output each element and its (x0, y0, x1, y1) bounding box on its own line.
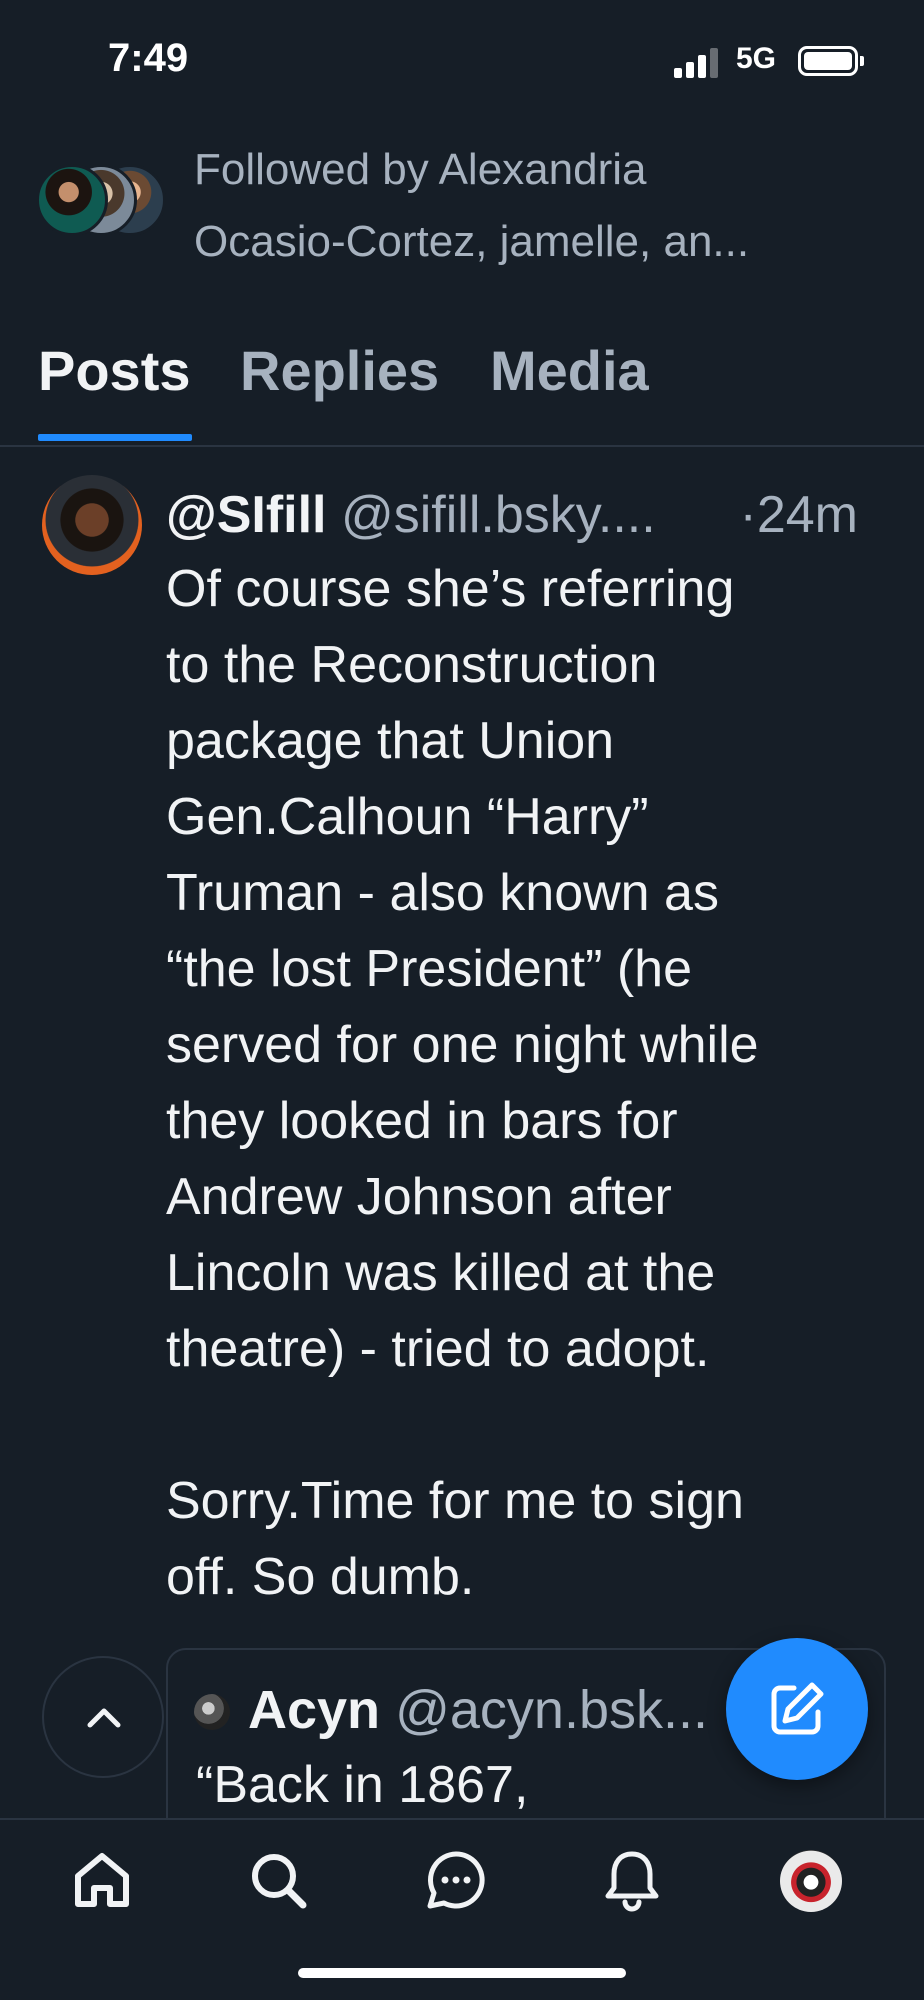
tab-posts[interactable]: Posts (38, 330, 191, 445)
post-text: Of course she’s referring to the Reconst… (166, 560, 759, 1606)
followed-by-row[interactable]: Followed by Alexandria Ocasio-Cortez, ja… (36, 134, 916, 266)
follower-avatar (36, 164, 108, 236)
quoted-post-text: “Back in 1867, (196, 1756, 529, 1814)
quoted-author-handle: @acyn.bsk... (395, 1680, 708, 1740)
post-header: @SIfill @sifill.bsky.... ·24m (166, 475, 896, 555)
post-timestamp: ·24m (739, 486, 858, 544)
profile-tabs: Posts Replies Media (0, 330, 924, 447)
chat-icon (427, 1851, 485, 1909)
quoted-post-header: Acyn @acyn.bsk... (248, 1670, 708, 1750)
followed-by-text: Followed by Alexandria Ocasio-Cortez, ja… (194, 134, 914, 278)
quoted-author-name: Acyn (248, 1680, 381, 1740)
battery-icon (798, 46, 858, 76)
author-handle[interactable]: @sifill.bsky.... (341, 486, 656, 544)
tab-replies[interactable]: Replies (240, 330, 439, 445)
tab-media[interactable]: Media (490, 330, 649, 445)
nav-notifications[interactable] (600, 1848, 672, 1920)
nav-search[interactable] (246, 1848, 318, 1920)
nav-profile-avatar[interactable] (780, 1850, 842, 1912)
quoted-author-avatar (194, 1694, 230, 1730)
post[interactable]: @SIfill @sifill.bsky.... ·24m Of course … (0, 447, 924, 1820)
author-avatar[interactable] (42, 475, 142, 575)
status-time: 7:49 (108, 36, 189, 80)
follower-avatars (36, 164, 170, 244)
network-type: 5G (736, 42, 777, 75)
scroll-to-top-button[interactable] (42, 1656, 164, 1778)
home-indicator (298, 1968, 626, 1978)
search-icon (252, 1854, 307, 1909)
compose-icon (771, 1682, 824, 1735)
nav-chat[interactable] (424, 1848, 496, 1920)
compose-button[interactable] (726, 1638, 868, 1780)
followed-by-line-1: Followed by Alexandria (194, 145, 647, 194)
battery-tip (860, 56, 864, 66)
active-tab-indicator (38, 434, 192, 441)
bell-icon (605, 1851, 659, 1912)
cellular-signal-icon (674, 48, 722, 78)
followed-by-line-2: Ocasio-Cortez, jamelle, an... (194, 217, 750, 266)
profile-screen: 7:49 5G Followed by Alexandria Ocasio-Co… (0, 0, 924, 2000)
nav-home[interactable] (70, 1848, 142, 1920)
author-display-name[interactable]: @SIfill (166, 486, 327, 544)
chevron-up-icon (87, 1708, 121, 1728)
home-icon (75, 1853, 129, 1907)
status-bar: 7:49 5G (0, 0, 924, 120)
